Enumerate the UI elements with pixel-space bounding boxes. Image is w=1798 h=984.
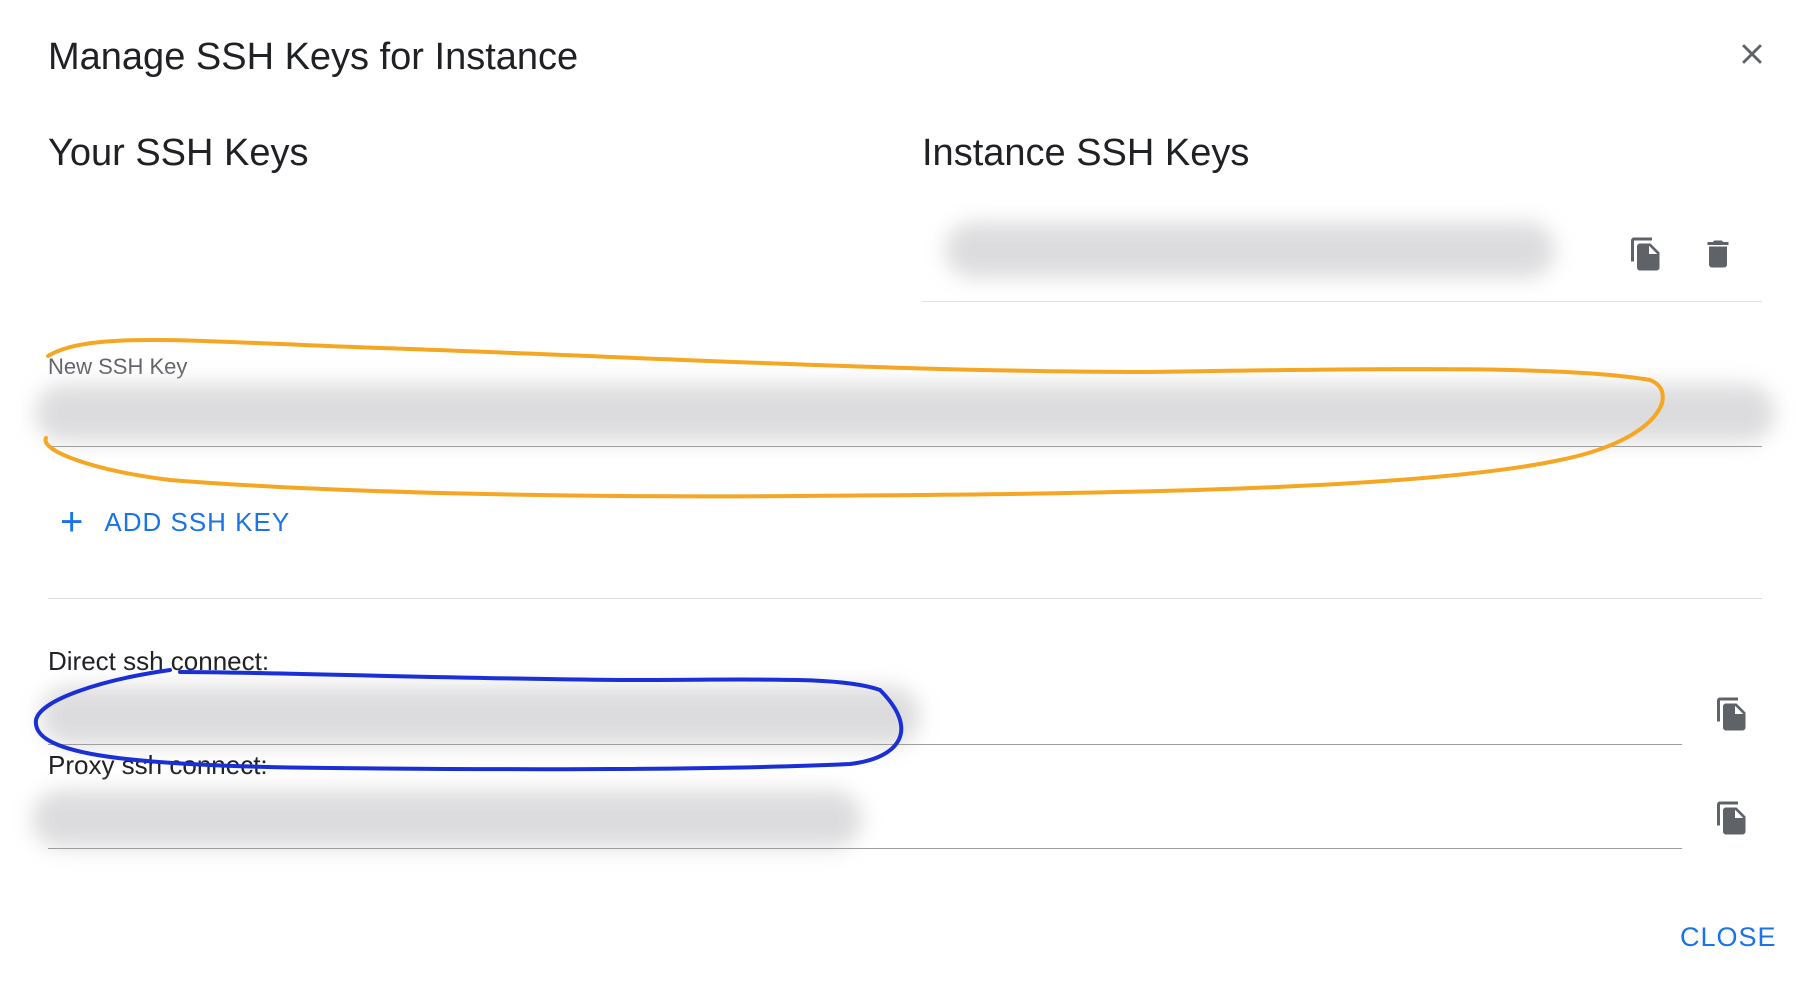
close-icon[interactable] [1728,30,1776,78]
plus-icon: + [60,500,85,544]
proxy-ssh-value[interactable] [32,790,862,848]
instance-keys-divider [922,301,1762,302]
add-ssh-key-button[interactable]: + ADD SSH KEY [60,498,290,546]
copy-icon[interactable] [1708,690,1756,738]
direct-ssh-underline [48,744,1682,745]
proxy-ssh-underline [48,848,1682,849]
dialog-title: Manage SSH Keys for Instance [48,36,579,78]
new-ssh-key-underline [48,446,1762,447]
instance-key-value [945,222,1555,278]
direct-ssh-value[interactable] [40,686,920,746]
direct-ssh-label: Direct ssh connect: [48,646,270,676]
your-ssh-keys-heading: Your SSH Keys [48,132,309,174]
section-divider [48,598,1762,599]
instance-ssh-keys-heading: Instance SSH Keys [922,132,1250,174]
proxy-ssh-label: Proxy ssh connect: [48,750,268,780]
close-button[interactable]: CLOSE [1680,922,1777,953]
copy-icon[interactable] [1708,794,1756,842]
new-ssh-key-label: New SSH Key [48,354,188,379]
new-ssh-key-input[interactable] [35,384,1775,442]
trash-icon[interactable] [1694,230,1742,278]
copy-icon[interactable] [1622,230,1670,278]
add-ssh-key-label: ADD SSH KEY [104,506,291,537]
